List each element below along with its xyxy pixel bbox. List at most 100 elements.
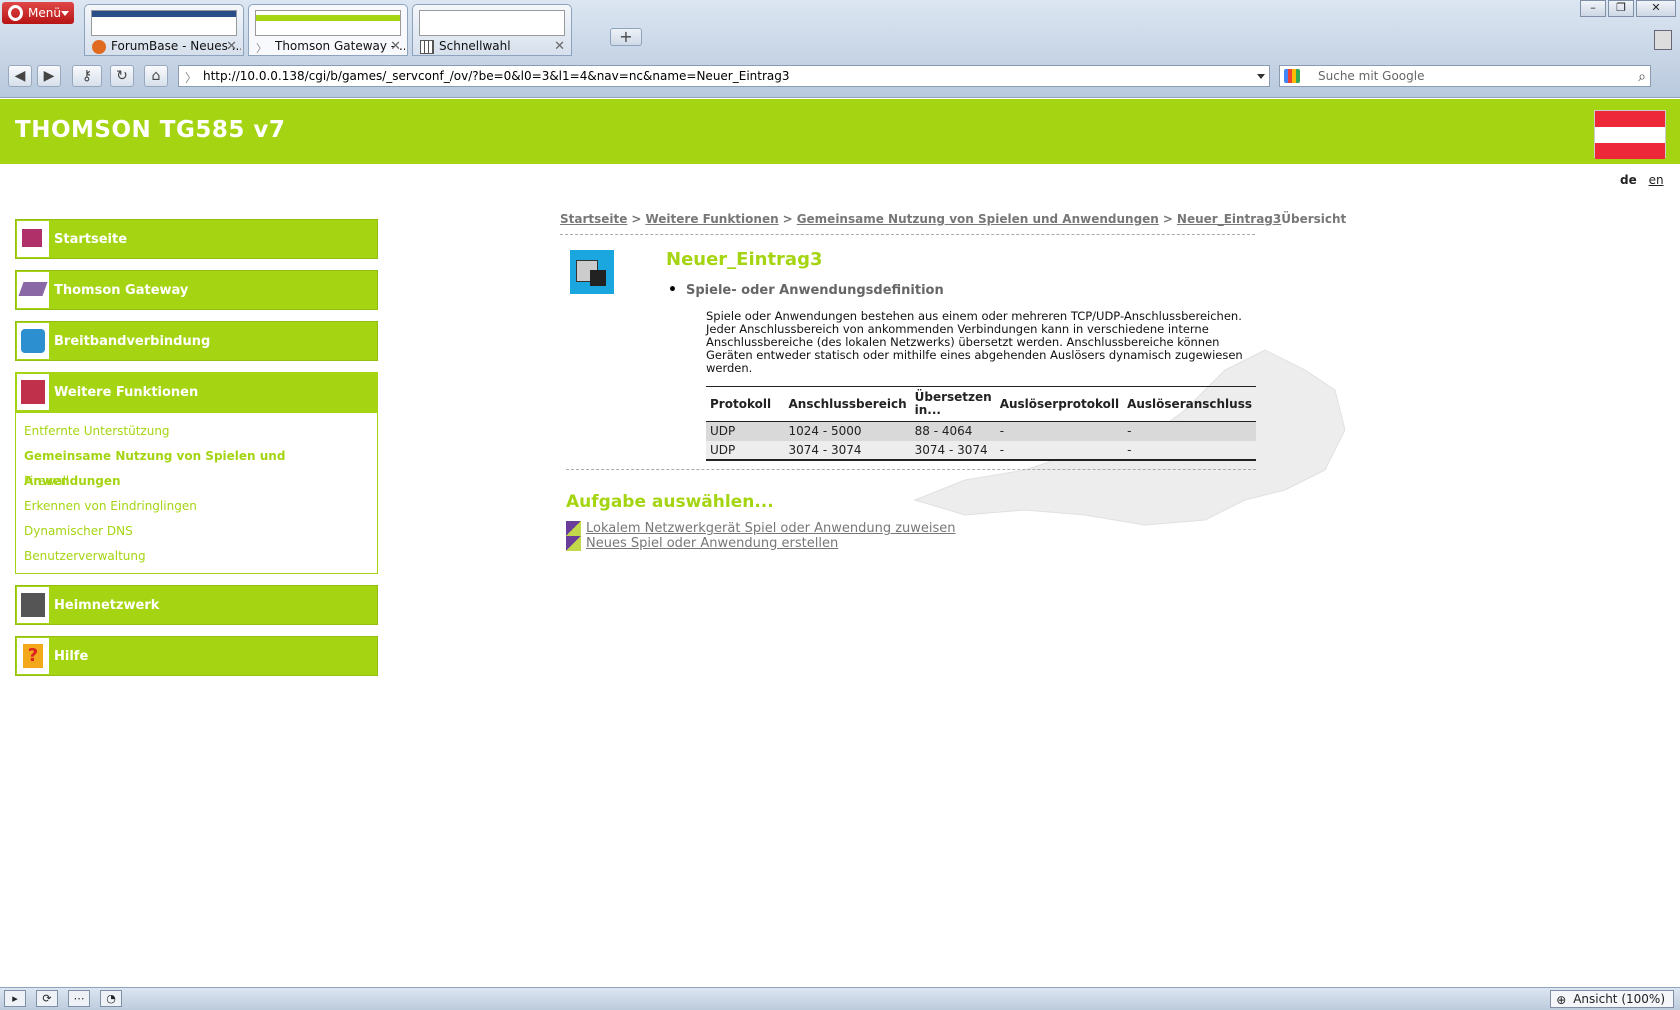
lang-en-link[interactable]: en <box>1649 173 1664 187</box>
breadcrumb-current: Übersicht <box>1281 212 1347 226</box>
tab-forumbase[interactable]: ForumBase - Neues ... ✕ <box>84 4 244 56</box>
help-icon: ? <box>17 638 49 674</box>
task-link-assign[interactable]: Lokalem Netzwerkgerät Spiel oder Anwendu… <box>566 521 956 536</box>
table-cell: 3074 - 3074 <box>910 440 996 461</box>
search-field[interactable]: Suche mit Google ⌕ <box>1279 65 1651 87</box>
close-tab-icon[interactable]: ✕ <box>554 39 565 54</box>
breadcrumb-link-startseite[interactable]: Startseite <box>560 212 627 226</box>
column-header: Auslöseranschluss <box>1123 386 1256 422</box>
submenu-item-entfernte-unterstuetzung[interactable]: Entfernte Unterstützung <box>24 419 377 444</box>
tab-thomson-gateway[interactable]: 〉 Thomson Gateway - ... ✕ <box>248 4 408 56</box>
table-cell: UDP <box>706 440 785 461</box>
submenu-item-eindringlinge[interactable]: Erkennen von Eindringlingen <box>24 494 377 519</box>
table-cell: 1024 - 5000 <box>784 421 911 441</box>
menu-label: Menü <box>28 6 61 20</box>
unite-icon[interactable]: ⋯ <box>68 990 90 1007</box>
gateway-icon <box>17 272 49 308</box>
table-cell: UDP <box>706 421 785 441</box>
address-field[interactable]: 〉 http://10.0.0.138/cgi/b/games/_servcon… <box>178 65 1270 87</box>
game-application-icon <box>566 246 618 300</box>
sidebar-item-thomson-gateway[interactable]: Thomson Gateway <box>15 270 378 310</box>
opera-menu-button[interactable]: Menü <box>2 2 74 24</box>
table-cell: - <box>995 440 1124 461</box>
tab-thumbnail <box>419 10 565 36</box>
table-header-row: Protokoll Anschlussbereich Übersetzen in… <box>706 386 1256 422</box>
opera-logo-icon <box>8 5 23 21</box>
address-text: http://10.0.0.138/cgi/b/games/_servconf_… <box>203 69 790 83</box>
sidebar-item-label: Heimnetzwerk <box>54 598 160 613</box>
flag-stripe-middle <box>1595 127 1665 143</box>
new-tab-button[interactable]: + <box>610 28 642 46</box>
forum-favicon-icon <box>92 40 106 54</box>
column-header: Protokoll <box>706 386 785 422</box>
forward-button[interactable]: ▶ <box>37 65 61 87</box>
sidebar-item-hilfe[interactable]: ? Hilfe <box>15 636 378 676</box>
sidebar-item-weitere-funktionen[interactable]: Weitere Funktionen <box>16 373 377 413</box>
section-heading: Spiele- oder Anwendungsdefinition <box>668 282 944 298</box>
submenu-item-dynamischer-dns[interactable]: Dynamischer DNS <box>24 519 377 544</box>
close-tab-icon[interactable]: ✕ <box>390 39 401 54</box>
column-header: Anschlussbereich <box>784 386 911 422</box>
table-cell: - <box>1123 421 1256 441</box>
chevron-down-icon <box>61 11 69 16</box>
navigation-bar: ◀ ▶ ⚷ ↻ ⌂ 〉 http://10.0.0.138/cgi/b/game… <box>0 60 1680 92</box>
router-title: THOMSON TG585 v7 <box>15 117 286 143</box>
zoom-icon: ⊕ <box>1556 993 1567 1007</box>
main-content: Startseite > Weitere Funktionen > Gemeinsame… <box>560 212 1346 235</box>
breadcrumb-link-spiele[interactable]: Gemeinsame Nutzung von Spielen und Anwen… <box>797 212 1159 226</box>
sidebar-item-breitbandverbindung[interactable]: Breitbandverbindung <box>15 321 378 361</box>
sidebar-item-label: Breitbandverbindung <box>54 334 211 349</box>
sidebar-item-heimnetzwerk[interactable]: Heimnetzwerk <box>15 585 378 625</box>
sync-icon[interactable]: ⟳ <box>36 990 58 1007</box>
task-section-title: Aufgabe auswählen... <box>566 492 774 512</box>
close-window-button[interactable]: ✕ <box>1636 0 1676 17</box>
address-dropdown-icon[interactable] <box>1257 74 1265 79</box>
language-switch: de en <box>1620 173 1664 187</box>
router-header: THOMSON TG585 v7 <box>0 99 1680 164</box>
breadcrumb: Startseite > Weitere Funktionen > Gemeinsame… <box>560 212 1346 226</box>
column-header: Auslöserprotokoll <box>995 386 1124 422</box>
table-cell: 88 - 4064 <box>910 421 996 441</box>
page-title: Neuer_Eintrag3 <box>666 249 823 270</box>
tab-label: Thomson Gateway - ... <box>275 39 405 53</box>
close-tab-icon[interactable]: ✕ <box>226 39 237 54</box>
turbo-icon[interactable]: ◔ <box>100 990 122 1007</box>
sidebar-item-startseite[interactable]: Startseite <box>15 219 378 259</box>
breadcrumb-link-weitere-funktionen[interactable]: Weitere Funktionen <box>645 212 778 226</box>
flag-stripe-top <box>1595 111 1665 127</box>
panel-toggle-icon[interactable]: ▸ <box>4 990 26 1007</box>
trash-icon[interactable] <box>1654 30 1672 50</box>
zoom-control[interactable]: ⊕ Ansicht (100%) <box>1550 990 1674 1008</box>
section-description: Spiele oder Anwendungen bestehen aus ein… <box>706 309 1243 375</box>
toolbox-icon <box>17 374 49 410</box>
task-link-label: Lokalem Netzwerkgerät Spiel oder Anwendu… <box>586 521 956 536</box>
tab-label: ForumBase - Neues ... <box>111 39 241 53</box>
divider <box>566 469 1256 470</box>
column-header: Übersetzen in... <box>910 386 996 422</box>
table-row: UDP 1024 - 5000 88 - 4064 - - <box>706 421 1256 441</box>
sidebar: Startseite Thomson Gateway Breitbandverb… <box>15 219 378 687</box>
google-icon[interactable] <box>1284 69 1300 83</box>
tab-thumbnail <box>91 10 237 36</box>
page-info-icon: 〉 <box>185 71 198 85</box>
search-placeholder: Suche mit Google <box>1318 69 1425 83</box>
wand-key-icon[interactable]: ⚷ <box>72 65 102 87</box>
reload-button[interactable]: ↻ <box>110 65 134 87</box>
table-cell: - <box>995 421 1124 441</box>
network-icon <box>17 587 49 623</box>
flag-stripe-bottom <box>1595 143 1665 159</box>
back-button[interactable]: ◀ <box>8 65 32 87</box>
search-icon[interactable]: ⌕ <box>1638 67 1646 87</box>
tab-schnellwahl[interactable]: Schnellwahl ✕ <box>412 4 572 56</box>
maximize-button[interactable]: ❐ <box>1608 0 1634 17</box>
submenu-item-spiele-anwendungen[interactable]: Gemeinsame Nutzung von Spielen und Anwen… <box>24 444 377 488</box>
speed-dial-grid-icon <box>420 40 434 54</box>
breadcrumb-link-eintrag[interactable]: Neuer_Eintrag3 <box>1177 212 1281 226</box>
submenu-item-benutzerverwaltung[interactable]: Benutzerverwaltung <box>24 544 377 569</box>
task-link-create[interactable]: Neues Spiel oder Anwendung erstellen <box>566 536 838 551</box>
table-row: UDP 3074 - 3074 3074 - 3074 - - <box>706 440 1256 461</box>
home-button[interactable]: ⌂ <box>144 65 168 87</box>
status-bar: ▸ ⟳ ⋯ ◔ ⊕ Ansicht (100%) <box>0 987 1680 1010</box>
minimize-button[interactable]: – <box>1580 0 1606 17</box>
page-favicon-icon: 〉 <box>256 42 267 55</box>
